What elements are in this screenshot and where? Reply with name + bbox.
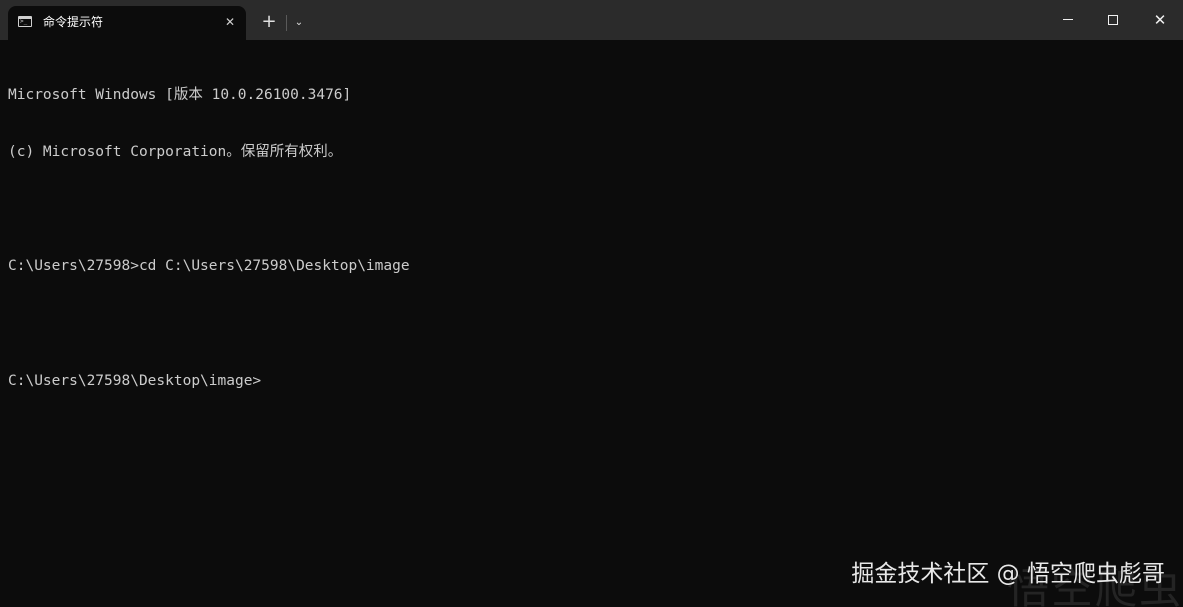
prompt-line[interactable]: C:\Users\27598\Desktop\image> <box>8 371 1168 390</box>
close-icon: ✕ <box>1153 11 1167 29</box>
cmd-icon <box>18 16 32 27</box>
maximize-icon <box>1108 15 1118 25</box>
maximize-button[interactable] <box>1090 0 1136 40</box>
minimize-icon <box>1063 19 1073 20</box>
terminal-output[interactable]: Microsoft Windows [版本 10.0.26100.3476] (… <box>8 48 1168 428</box>
terminal-line: C:\Users\27598>cd C:\Users\27598\Desktop… <box>8 258 410 274</box>
tab-title: 命令提示符 <box>43 15 104 29</box>
title-bar[interactable]: 命令提示符 ✕ + ⌄ ✕ <box>0 0 1183 40</box>
new-tab-button[interactable]: + <box>256 10 282 36</box>
text-caret <box>261 371 270 388</box>
terminal-window: 命令提示符 ✕ + ⌄ ✕ Microsoft Windows [版本 10.0… <box>0 0 1183 607</box>
terminal-line: Microsoft Windows [版本 10.0.26100.3476] <box>8 87 352 103</box>
watermark: 掘金技术社区 @ 悟空爬虫彪哥 <box>851 561 1165 587</box>
chevron-down-icon[interactable]: ⌄ <box>289 10 309 36</box>
divider <box>286 15 287 31</box>
tab-close-button[interactable]: ✕ <box>220 12 240 32</box>
close-button[interactable]: ✕ <box>1137 0 1183 40</box>
prompt-text: C:\Users\27598\Desktop\image> <box>8 373 262 389</box>
tab-command-prompt[interactable]: 命令提示符 ✕ <box>8 6 246 40</box>
minimize-button[interactable] <box>1045 0 1091 40</box>
terminal-line: (c) Microsoft Corporation。保留所有权利。 <box>8 144 343 160</box>
